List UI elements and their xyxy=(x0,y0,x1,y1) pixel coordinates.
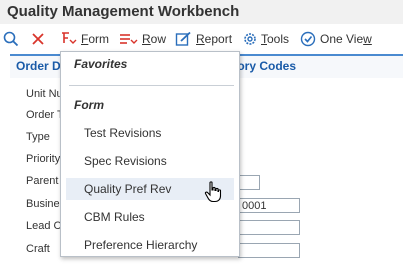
report-menu-button[interactable]: Report xyxy=(175,29,232,49)
search-button[interactable] xyxy=(3,29,19,49)
tools-menu-label: Tools xyxy=(261,32,290,46)
gear-icon xyxy=(244,33,256,45)
row-menu-label: Row xyxy=(142,32,167,46)
one-view-icon xyxy=(300,31,316,47)
one-view-label: One View xyxy=(320,32,372,46)
search-icon xyxy=(3,31,19,47)
row-menu-button[interactable]: Row xyxy=(119,29,166,49)
close-icon xyxy=(32,33,44,45)
field-label-lead-craft: Lead C xyxy=(26,220,62,232)
form-icon xyxy=(62,32,77,44)
parent-input[interactable] xyxy=(238,175,260,190)
report-icon xyxy=(175,31,191,46)
menu-item-spec-revisions[interactable]: Spec Revisions xyxy=(66,150,234,172)
one-view-button[interactable]: One View xyxy=(300,29,372,49)
business-unit-input[interactable]: 0001 xyxy=(238,198,300,213)
field-label-unit-number: Unit Nu xyxy=(26,88,63,100)
menu-item-preference-hierarchy[interactable]: Preference Hierarchy xyxy=(66,234,234,256)
field-label-order-type: Order T xyxy=(26,109,64,121)
field-label-business-unit: Busine xyxy=(26,198,60,210)
page-title: Quality Management Workbench xyxy=(7,3,240,20)
toolbar: Form Row Report Tools One View xyxy=(0,24,403,54)
report-menu-label: Report xyxy=(196,32,233,46)
menu-header-form: Form xyxy=(74,98,104,112)
title-bar: Quality Management Workbench xyxy=(0,0,403,24)
craft-input[interactable] xyxy=(238,243,300,258)
row-icon xyxy=(120,34,138,44)
form-dropdown-menu: Favorites Form Test Revisions Spec Revis… xyxy=(60,51,240,257)
menu-divider xyxy=(69,85,234,86)
hand-cursor-icon xyxy=(204,181,222,203)
tools-menu-button[interactable]: Tools xyxy=(242,29,289,49)
field-label-parent: Parent xyxy=(26,175,59,187)
field-label-craft: Craft xyxy=(26,243,50,255)
field-label-type: Type xyxy=(26,131,50,143)
menu-item-test-revisions[interactable]: Test Revisions xyxy=(66,122,234,144)
menu-header-favorites: Favorites xyxy=(74,57,128,71)
tab-order-detail[interactable]: Order D xyxy=(16,59,61,73)
form-menu-label: Form xyxy=(81,32,110,46)
field-label-priority: Priority xyxy=(26,153,61,165)
close-button[interactable] xyxy=(31,29,45,49)
menu-item-cbm-rules[interactable]: CBM Rules xyxy=(66,206,234,228)
form-menu-button[interactable]: Form xyxy=(60,29,109,49)
lead-craft-input[interactable] xyxy=(238,220,300,235)
